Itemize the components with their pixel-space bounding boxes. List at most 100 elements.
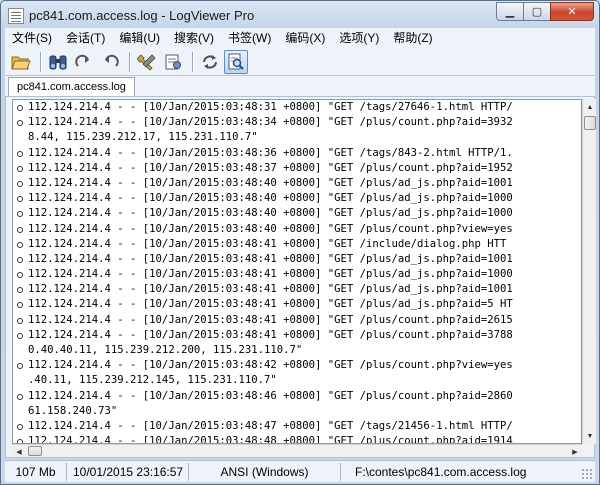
log-line-text: .40.11, 115.239.212.145, 115.231.110.7" (28, 374, 277, 387)
status-modified-date: 10/01/2015 23:16:57 (67, 462, 189, 481)
toolbar-separator (40, 51, 41, 72)
log-line[interactable]: 112.124.214.4 - - [10/Jan/2015:03:48:31 … (13, 100, 581, 115)
log-line[interactable]: 112.124.214.4 - - [10/Jan/2015:03:48:40 … (13, 176, 581, 191)
log-line-text: 112.124.214.4 - - [10/Jan/2015:03:48:34 … (28, 116, 513, 129)
log-line-text: 112.124.214.4 - - [10/Jan/2015:03:48:41 … (28, 313, 513, 326)
line-bullet-icon (17, 226, 23, 233)
title-bar[interactable]: pc841.com.access.log - LogViewer Pro ▁ ▢… (1, 1, 599, 31)
log-line[interactable]: 112.124.214.4 - - [10/Jan/2015:03:48:41 … (13, 252, 581, 267)
log-line[interactable]: 112.124.214.4 - - [10/Jan/2015:03:48:41 … (13, 237, 581, 252)
log-line[interactable]: 112.124.214.4 - - [10/Jan/2015:03:48:41 … (13, 313, 581, 328)
log-line-text: 112.124.214.4 - - [10/Jan/2015:03:48:40 … (28, 176, 513, 189)
scroll-left-icon[interactable]: ◀ (12, 445, 26, 458)
menu-encoding[interactable]: 编码(X) (278, 29, 332, 47)
line-bullet-icon (17, 165, 23, 172)
log-line-text: 112.124.214.4 - - [10/Jan/2015:03:48:42 … (28, 359, 513, 372)
line-bullet-icon (17, 105, 23, 111)
log-line[interactable]: 112.124.214.4 - - [10/Jan/2015:03:48:36 … (13, 146, 581, 161)
app-icon (8, 8, 24, 24)
close-button[interactable]: ✕ (550, 2, 594, 21)
horizontal-scrollbar[interactable]: ◀ ▶ (12, 444, 582, 457)
status-file-path: F:\contes\pc841.com.access.log (355, 464, 527, 479)
log-line[interactable]: .40.11, 115.239.212.145, 115.231.110.7" (13, 373, 581, 388)
log-line[interactable]: 112.124.214.4 - - [10/Jan/2015:03:48:40 … (13, 206, 581, 221)
log-line-text: 112.124.214.4 - - [10/Jan/2015:03:48:40 … (28, 192, 513, 205)
horizontal-scroll-thumb[interactable] (28, 446, 42, 456)
log-line-text: 112.124.214.4 - - [10/Jan/2015:03:48:41 … (28, 237, 507, 250)
menu-session[interactable]: 会话(T) (59, 29, 112, 47)
vertical-scroll-thumb[interactable] (584, 116, 596, 130)
log-line-text: 8.44, 115.239.212.17, 115.231.110.7" (28, 131, 258, 144)
log-viewer[interactable]: 112.124.214.4 - - [10/Jan/2015:03:48:31 … (12, 99, 582, 444)
line-bullet-icon (17, 256, 23, 263)
menu-bookmarks[interactable]: 书签(W) (221, 29, 278, 47)
menu-file[interactable]: 文件(S) (5, 29, 59, 47)
log-line[interactable]: 112.124.214.4 - - [10/Jan/2015:03:48:40 … (13, 191, 581, 206)
find-document-icon (228, 53, 244, 70)
reload-button[interactable] (198, 50, 222, 74)
tab-log-file[interactable]: pc841.com.access.log (8, 77, 135, 96)
properties-button[interactable] (161, 50, 185, 74)
log-line[interactable]: 112.124.214.4 - - [10/Jan/2015:03:48:46 … (13, 389, 581, 404)
log-line[interactable]: 112.124.214.4 - - [10/Jan/2015:03:48:41 … (13, 282, 581, 297)
log-line[interactable]: 112.124.214.4 - - [10/Jan/2015:03:48:34 … (13, 115, 581, 130)
log-line[interactable]: 61.158.240.73" (13, 404, 581, 419)
window-title: pc841.com.access.log - LogViewer Pro (29, 8, 255, 23)
log-line[interactable]: 112.124.214.4 - - [10/Jan/2015:03:48:41 … (13, 267, 581, 282)
log-line[interactable]: 112.124.214.4 - - [10/Jan/2015:03:48:37 … (13, 161, 581, 176)
toolbar (5, 48, 595, 76)
line-bullet-icon (17, 180, 23, 187)
log-line-text: 61.158.240.73" (28, 404, 118, 417)
properties-icon (165, 54, 181, 69)
status-encoding: ANSI (Windows) (189, 462, 341, 481)
menu-edit[interactable]: 编辑(U) (112, 29, 167, 47)
log-line-text: 112.124.214.4 - - [10/Jan/2015:03:48:41 … (28, 268, 513, 281)
line-bullet-icon (17, 332, 23, 339)
undo-icon (105, 54, 119, 67)
scroll-up-icon[interactable]: ▲ (583, 99, 597, 115)
maximize-button[interactable]: ▢ (523, 2, 551, 21)
vertical-scrollbar[interactable]: ▲ ▼ (582, 99, 596, 444)
log-line-text: 112.124.214.4 - - [10/Jan/2015:03:48:31 … (28, 101, 513, 113)
log-line[interactable]: 112.124.214.4 - - [10/Jan/2015:03:48:41 … (13, 328, 581, 343)
scroll-right-icon[interactable]: ▶ (568, 445, 582, 458)
line-bullet-icon (17, 393, 23, 400)
log-line-text: 112.124.214.4 - - [10/Jan/2015:03:48:48 … (28, 435, 513, 444)
log-line[interactable]: 112.124.214.4 - - [10/Jan/2015:03:48:41 … (13, 297, 581, 312)
log-line-text: 112.124.214.4 - - [10/Jan/2015:03:48:41 … (28, 328, 513, 341)
minimize-button[interactable]: ▁ (496, 2, 524, 21)
line-bullet-icon (17, 241, 23, 248)
find-in-document-button[interactable] (224, 49, 248, 74)
log-line[interactable]: 8.44, 115.239.212.17, 115.231.110.7" (13, 130, 581, 145)
line-bullet-icon (17, 302, 23, 309)
log-line-text: 112.124.214.4 - - [10/Jan/2015:03:48:40 … (28, 207, 513, 220)
undo-button[interactable] (98, 50, 122, 74)
redo-button[interactable] (72, 50, 96, 74)
menu-help[interactable]: 帮助(Z) (386, 29, 439, 47)
resize-grip-icon[interactable] (581, 468, 593, 480)
tools-icon (137, 53, 156, 71)
tools-button[interactable] (135, 50, 159, 74)
menu-search[interactable]: 搜索(V) (167, 29, 221, 47)
line-bullet-icon (17, 196, 23, 203)
menu-options[interactable]: 选项(Y) (332, 29, 386, 47)
scroll-down-icon[interactable]: ▼ (583, 428, 597, 444)
open-file-button[interactable] (9, 50, 33, 74)
main-window: pc841.com.access.log - LogViewer Pro ▁ ▢… (0, 0, 600, 485)
log-line-text: 0.40.40.11, 115.239.212.200, 115.231.110… (28, 344, 303, 356)
log-lines: 112.124.214.4 - - [10/Jan/2015:03:48:31 … (13, 100, 581, 444)
log-line[interactable]: 112.124.214.4 - - [10/Jan/2015:03:48:48 … (13, 434, 581, 444)
binoculars-icon (49, 55, 67, 69)
log-line[interactable]: 112.124.214.4 - - [10/Jan/2015:03:48:47 … (13, 419, 581, 434)
redo-icon (75, 54, 89, 67)
log-line[interactable]: 0.40.40.11, 115.239.212.200, 115.231.110… (13, 343, 581, 358)
menu-bar: 文件(S) 会话(T) 编辑(U) 搜索(V) 书签(W) 编码(X) 选项(Y… (5, 28, 595, 48)
log-line[interactable]: 112.124.214.4 - - [10/Jan/2015:03:48:40 … (13, 222, 581, 237)
log-line-text: 112.124.214.4 - - [10/Jan/2015:03:48:46 … (28, 389, 513, 402)
find-button[interactable] (46, 50, 70, 74)
log-line-text: 112.124.214.4 - - [10/Jan/2015:03:48:47 … (28, 419, 513, 432)
folder-open-icon (11, 56, 31, 69)
status-file-size: 107 Mb (5, 462, 67, 481)
status-bar: 107 Mb 10/01/2015 23:16:57 ANSI (Windows… (5, 460, 595, 482)
log-line[interactable]: 112.124.214.4 - - [10/Jan/2015:03:48:42 … (13, 358, 581, 373)
